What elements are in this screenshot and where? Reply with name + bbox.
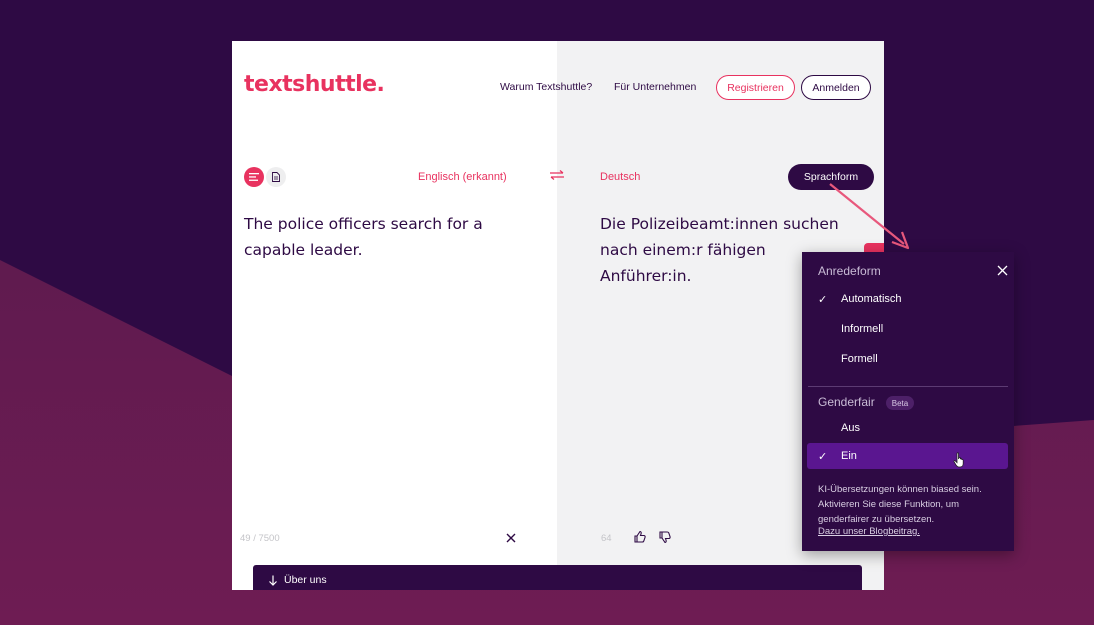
option-formell[interactable]: Formell xyxy=(807,346,1008,372)
anrede-heading: Anredeform xyxy=(818,264,881,278)
option-label: Formell xyxy=(841,353,878,365)
text-mode-button[interactable] xyxy=(244,167,264,187)
arrow-down-icon xyxy=(269,575,277,586)
check-icon: ✓ xyxy=(818,450,828,463)
thumbs-up-icon[interactable] xyxy=(633,530,647,544)
swap-languages-icon[interactable] xyxy=(548,169,566,181)
login-button[interactable]: Anmelden xyxy=(801,75,871,100)
genderfair-heading: Genderfair xyxy=(818,395,875,409)
sprachform-panel: Anredeform ✓ Automatisch Informell Forme… xyxy=(802,252,1014,551)
close-icon[interactable] xyxy=(997,265,1008,276)
option-label: Informell xyxy=(841,323,884,335)
beta-badge: Beta xyxy=(886,396,914,410)
register-button[interactable]: Registrieren xyxy=(716,75,795,100)
clear-text-icon[interactable] xyxy=(504,531,518,545)
option-informell[interactable]: Informell xyxy=(807,316,1008,342)
source-language-select[interactable]: Englisch (erkannt) xyxy=(418,171,507,183)
nav-why-textshuttle[interactable]: Warum Textshuttle? xyxy=(500,81,592,93)
source-char-count: 49 / 7500 xyxy=(240,533,280,544)
blog-post-link[interactable]: Dazu unser Blogbeitrag. xyxy=(818,526,920,537)
check-icon: ✓ xyxy=(818,293,828,306)
option-ein[interactable]: ✓ Ein xyxy=(807,443,1008,469)
document-mode-icon xyxy=(272,172,280,182)
mode-toggle xyxy=(244,167,286,187)
text-mode-icon xyxy=(249,173,259,181)
divider xyxy=(808,386,1008,387)
nav-for-business[interactable]: Für Unternehmen xyxy=(614,81,696,93)
about-us-label: Über uns xyxy=(284,574,327,586)
target-language-select[interactable]: Deutsch xyxy=(600,171,640,183)
about-us-bar[interactable]: Über uns xyxy=(253,565,862,590)
option-label: Automatisch xyxy=(841,293,902,305)
option-label: Aus xyxy=(841,422,860,434)
sprachform-button[interactable]: Sprachform xyxy=(788,164,874,190)
document-mode-button[interactable] xyxy=(266,167,286,187)
app-window: textshuttle. Warum Textshuttle? Für Unte… xyxy=(232,41,884,590)
thumbs-down-icon[interactable] xyxy=(658,530,672,544)
option-aus[interactable]: Aus xyxy=(807,415,1008,441)
logo[interactable]: textshuttle. xyxy=(244,72,385,97)
target-char-count: 64 xyxy=(601,533,612,544)
source-text-input[interactable]: The police officers search for a capable… xyxy=(244,211,524,263)
genderfair-info-text: KI-Übersetzungen können biased sein. Akt… xyxy=(818,484,982,525)
option-automatisch[interactable]: ✓ Automatisch xyxy=(807,286,1008,312)
option-label: Ein xyxy=(841,450,857,462)
hand-cursor-icon xyxy=(953,452,964,468)
